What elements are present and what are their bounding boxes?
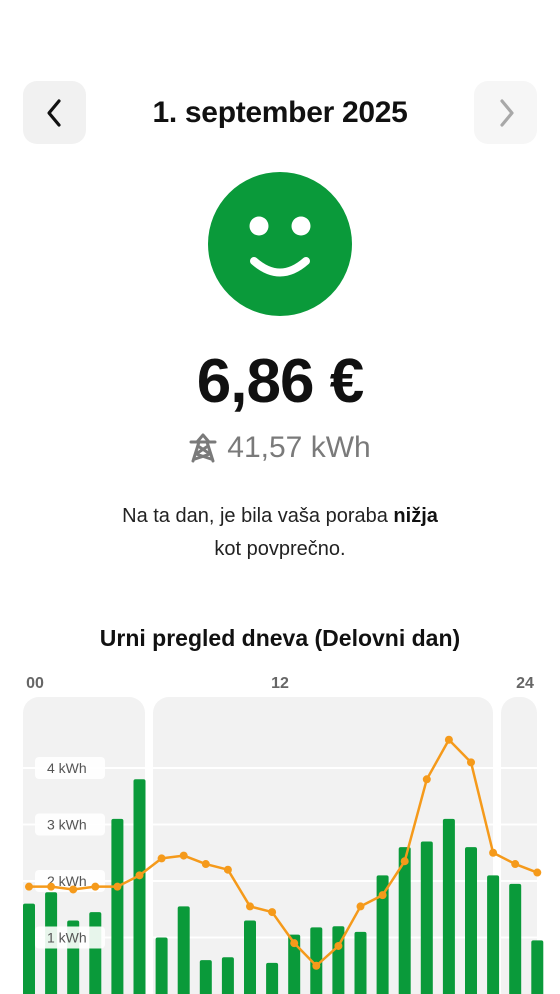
y-tick-label: 1 kWh <box>47 930 87 946</box>
chart-panel-1 <box>23 697 145 994</box>
date-title: 1. september 2025 <box>152 96 408 129</box>
bar-hour-11 <box>266 962 279 994</box>
y-tick-label: 3 kWh <box>47 817 87 833</box>
bar-hour-23 <box>531 940 544 994</box>
smiley-face-icon <box>208 172 352 316</box>
bar-hour-0 <box>23 903 35 994</box>
chart-panel-2 <box>153 697 493 994</box>
message-text: Na ta dan, je bila vaša poraba <box>122 505 394 527</box>
bar-hour-19 <box>442 818 455 994</box>
average-point-17 <box>400 857 409 866</box>
energy-value: 41,57 kWh <box>227 431 371 464</box>
comparison-message: Na ta dan, je bila vaša poraba nižja kot… <box>40 500 520 566</box>
energy-consumption: 41,57 kWh <box>0 428 560 468</box>
average-point-16 <box>378 891 387 900</box>
power-pylon-icon <box>189 433 217 463</box>
bar-hour-10 <box>244 920 256 994</box>
average-point-23 <box>533 868 542 877</box>
average-point-7 <box>179 851 188 860</box>
average-point-2 <box>69 885 78 894</box>
bar-hour-20 <box>465 847 477 994</box>
average-point-20 <box>467 758 475 767</box>
average-point-10 <box>246 902 254 911</box>
daily-cost: 6,86 € <box>196 347 364 416</box>
bar-hour-3 <box>89 912 102 994</box>
bar-hour-4 <box>111 818 124 994</box>
chevron-left-icon <box>46 98 61 127</box>
average-point-22 <box>511 860 520 869</box>
average-point-6 <box>157 854 166 863</box>
next-day-button[interactable] <box>474 81 537 144</box>
bar-hour-5 <box>133 779 146 994</box>
chevron-right-icon <box>499 98 514 127</box>
previous-day-button[interactable] <box>23 81 86 144</box>
chart-title: Urni pregled dneva (Delovni dan) <box>99 625 461 651</box>
x-tick-label: 12 <box>271 675 289 692</box>
hourly-consumption-chart: 1 kWh2 kWh3 kWh4 kWh00 12 24 <box>23 675 544 994</box>
y-tick-label: 4 kWh <box>47 760 87 776</box>
average-point-1 <box>47 882 56 891</box>
average-point-8 <box>201 860 210 869</box>
bar-hour-21 <box>487 875 500 994</box>
average-point-21 <box>489 848 498 857</box>
average-point-9 <box>223 865 232 874</box>
average-point-3 <box>91 882 100 891</box>
bar-hour-18 <box>420 841 433 994</box>
bar-hour-7 <box>177 906 190 994</box>
average-point-18 <box>422 775 431 784</box>
x-tick-label: 24 <box>516 675 534 692</box>
average-point-14 <box>334 941 343 950</box>
bar-hour-9 <box>221 957 234 994</box>
bar-hour-8 <box>199 960 212 994</box>
bar-hour-15 <box>354 931 367 994</box>
average-point-15 <box>356 902 365 911</box>
average-point-0 <box>25 882 33 891</box>
message-emphasis: nižja <box>393 505 438 527</box>
x-tick-label: 00 <box>26 675 44 692</box>
average-point-13 <box>312 961 321 970</box>
average-point-19 <box>444 735 453 744</box>
average-point-11 <box>268 908 277 917</box>
bar-hour-22 <box>509 883 522 994</box>
average-point-12 <box>290 939 299 948</box>
message-text-end: kot povprečno. <box>214 538 346 560</box>
average-point-4 <box>113 882 122 891</box>
bar-hour-6 <box>155 937 168 994</box>
average-point-5 <box>135 871 144 880</box>
